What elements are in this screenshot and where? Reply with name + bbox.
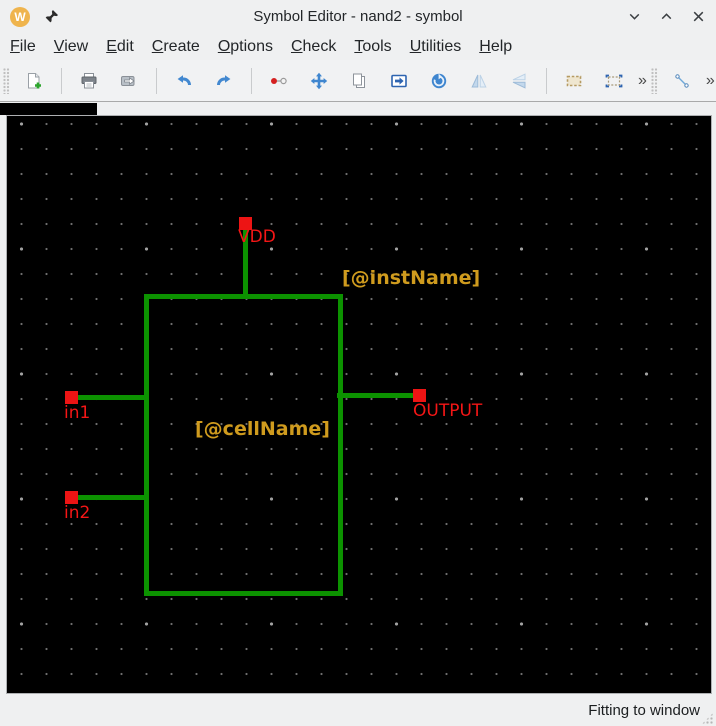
menu-help[interactable]: Help xyxy=(470,36,521,58)
menu-bar: File View Edit Create Options Check Tool… xyxy=(0,33,716,60)
pin-label-output: OUTPUT xyxy=(413,403,482,420)
maximize-button[interactable] xyxy=(659,9,674,24)
canvas-frame: VDD in1 in2 OUTPUT [@instName] [@cellNam… xyxy=(6,115,712,694)
tab-strip xyxy=(0,102,716,115)
status-text: Fitting to window xyxy=(588,702,700,719)
app-logo-icon: W xyxy=(10,7,30,27)
wire-in2[interactable] xyxy=(71,495,149,500)
toolbar-overflow-chevron[interactable]: » xyxy=(702,72,716,90)
paste-icon[interactable] xyxy=(384,66,414,96)
toolbar-separator xyxy=(251,68,252,94)
net-icon[interactable] xyxy=(264,66,294,96)
wire-output[interactable] xyxy=(337,393,419,398)
toolbar-separator xyxy=(61,68,62,94)
toolbar-overflow-chevron[interactable]: » xyxy=(634,72,650,90)
close-button[interactable] xyxy=(691,9,706,24)
flip-vertical-icon[interactable] xyxy=(504,66,534,96)
menu-view[interactable]: View xyxy=(45,36,97,58)
move-icon[interactable] xyxy=(304,66,334,96)
cellname-text: [@cellName] xyxy=(195,419,330,440)
window-controls xyxy=(627,9,706,24)
flip-horizontal-icon[interactable] xyxy=(464,66,494,96)
menu-options[interactable]: Options xyxy=(209,36,282,58)
wire-in1[interactable] xyxy=(71,395,149,400)
menu-tools[interactable]: Tools xyxy=(345,36,400,58)
draw-line-icon[interactable] xyxy=(667,66,697,96)
schematic-canvas[interactable]: VDD in1 in2 OUTPUT [@instName] [@cellNam… xyxy=(7,116,711,693)
menu-check[interactable]: Check xyxy=(282,36,345,58)
copy-icon[interactable] xyxy=(344,66,374,96)
resize-grip[interactable] xyxy=(702,713,713,724)
menu-utilities[interactable]: Utilities xyxy=(401,36,471,58)
undo-icon[interactable] xyxy=(169,66,199,96)
status-bar: Fitting to window xyxy=(0,694,716,726)
toolbar: » » xyxy=(0,60,716,102)
menu-edit[interactable]: Edit xyxy=(97,36,143,58)
export-image-icon[interactable] xyxy=(114,66,144,96)
minimize-button[interactable] xyxy=(627,9,642,24)
selection-box-icon[interactable] xyxy=(559,66,589,96)
symbol-body-box[interactable] xyxy=(144,294,343,596)
zoom-to-selection-icon[interactable] xyxy=(599,66,629,96)
redo-icon[interactable] xyxy=(209,66,239,96)
pin-label-in1: in1 xyxy=(64,405,90,422)
rotate-icon[interactable] xyxy=(424,66,454,96)
toolbar-grip[interactable] xyxy=(651,68,658,94)
pin-label-in2: in2 xyxy=(64,505,90,522)
new-file-icon[interactable] xyxy=(19,66,49,96)
toolbar-grip[interactable] xyxy=(3,68,10,94)
print-icon[interactable] xyxy=(74,66,104,96)
window-title: Symbol Editor - nand2 - symbol xyxy=(0,8,716,25)
menu-create[interactable]: Create xyxy=(143,36,209,58)
pushpin-icon[interactable] xyxy=(44,9,59,24)
canvas-tab[interactable] xyxy=(0,103,97,115)
instname-text: [@instName] xyxy=(342,268,480,289)
toolbar-separator xyxy=(156,68,157,94)
toolbar-separator xyxy=(546,68,547,94)
title-bar: W Symbol Editor - nand2 - symbol xyxy=(0,0,716,33)
pin-label-vdd: VDD xyxy=(238,229,276,246)
menu-file[interactable]: File xyxy=(1,36,45,58)
